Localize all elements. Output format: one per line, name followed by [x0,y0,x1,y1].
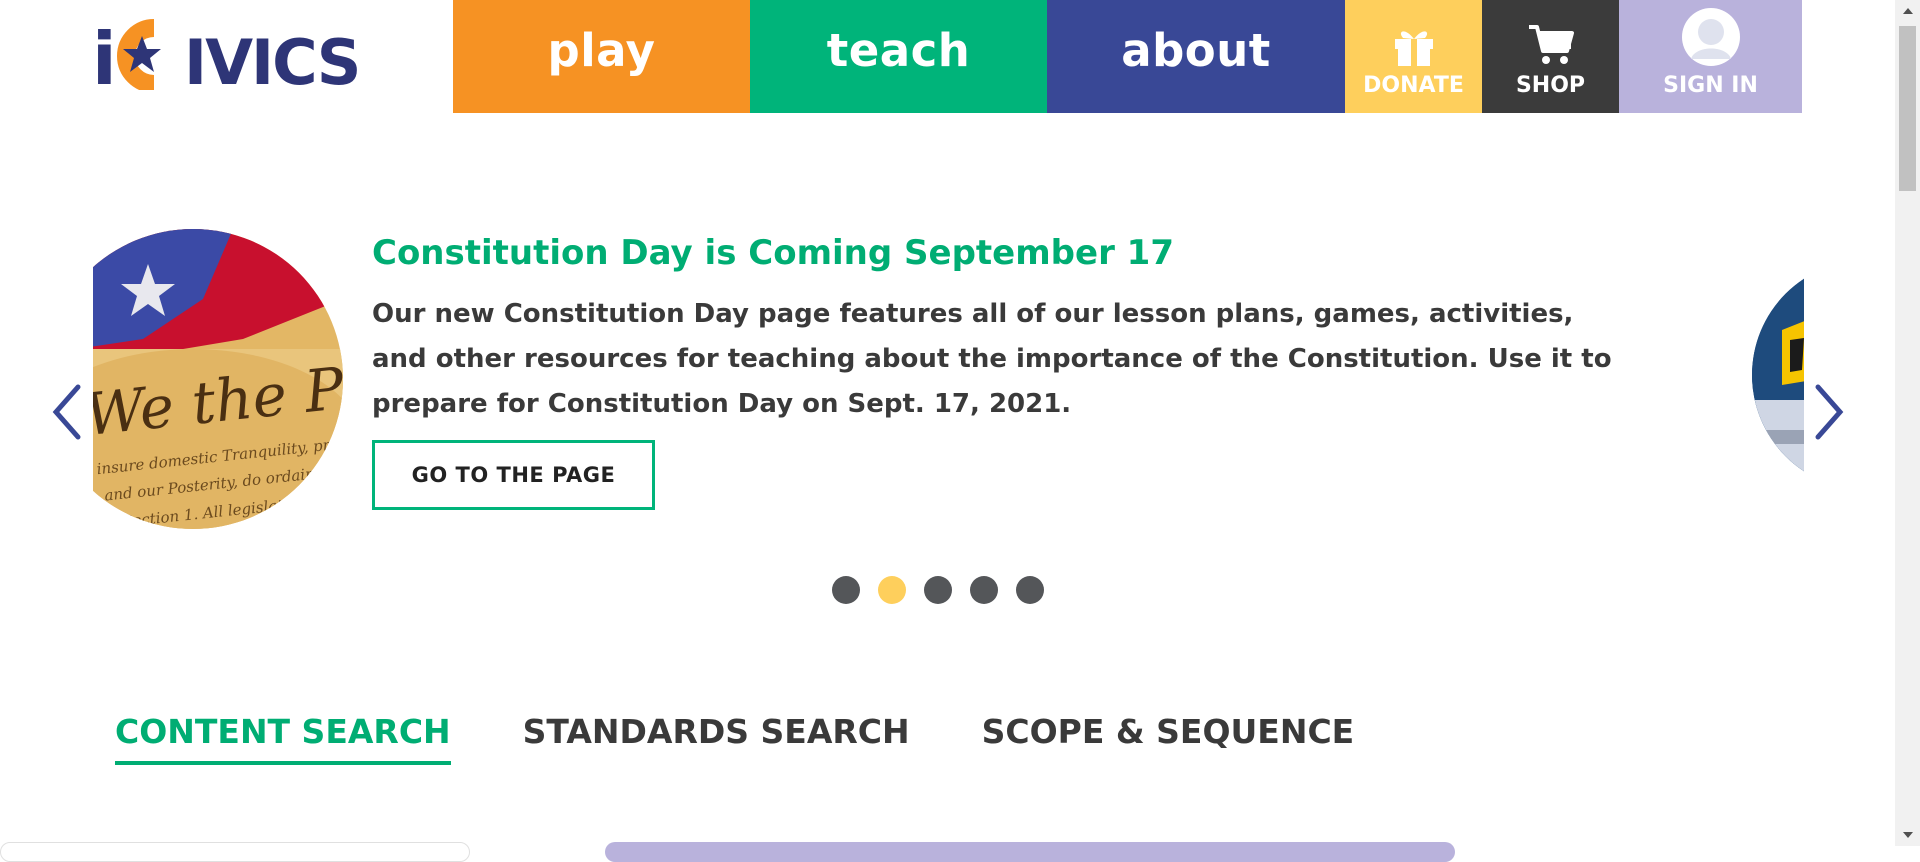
logo-graphic: i IVICS [92,17,361,101]
carousel-dot-3[interactable] [924,576,952,604]
nav-shop-label: SHOP [1515,73,1586,98]
search-tabs: CONTENT SEARCH STANDARDS SEARCH SCOPE & … [115,712,1426,765]
nav-teach-label: teach [826,24,971,77]
nav-donate-label: DONATE [1363,73,1464,98]
carousel-prev-arrow[interactable] [48,384,88,440]
featured-carousel: We the Peo insure domestic Tranquility, … [0,200,1870,620]
nav-teach[interactable]: teach [750,0,1047,113]
tab-content-search[interactable]: CONTENT SEARCH [115,712,451,765]
tab-standards-search[interactable]: STANDARDS SEARCH [523,712,910,765]
page-scrollbar[interactable] [1895,0,1920,846]
nav-play-label: play [547,24,656,77]
slide-image-constitution: We the Peo insure domestic Tranquility, … [93,229,343,529]
gift-icon [1391,15,1437,67]
nav-donate[interactable]: DONATE [1345,0,1482,113]
search-bar-edge [605,842,1455,862]
main-nav: play teach about DONATE SHOP SIGN IN [453,0,1802,113]
svg-text:i: i [92,18,117,90]
scrollbar-thumb[interactable] [1899,26,1916,191]
nav-about[interactable]: about [1047,0,1345,113]
carousel-dot-1[interactable] [832,576,860,604]
nav-play[interactable]: play [453,0,750,113]
tab-scope-sequence[interactable]: SCOPE & SEQUENCE [982,712,1355,765]
svg-text:IVICS: IVICS [184,26,359,90]
carousel-pagination [832,576,1044,604]
user-avatar-icon [1681,8,1741,67]
scroll-up-arrow-icon[interactable] [1895,0,1920,22]
nav-signin[interactable]: SIGN IN [1619,0,1802,113]
next-slide-preview[interactable] [1752,260,1804,490]
icivics-logo[interactable]: i IVICS [92,17,377,101]
carousel-next-arrow[interactable] [1808,384,1848,440]
go-to-page-button[interactable]: GO TO THE PAGE [372,440,655,510]
carousel-dot-5[interactable] [1016,576,1044,604]
nav-shop[interactable]: SHOP [1482,0,1619,113]
carousel-dot-2[interactable] [878,576,906,604]
slide-description: Our new Constitution Day page features a… [372,299,1612,419]
search-panel-edge [0,842,470,862]
nav-about-label: about [1121,24,1271,77]
slide-title: Constitution Day is Coming September 17 [372,233,1174,273]
cart-icon [1527,15,1575,67]
nav-signin-label: SIGN IN [1663,73,1758,98]
scroll-down-arrow-icon[interactable] [1895,824,1920,846]
carousel-dot-4[interactable] [970,576,998,604]
